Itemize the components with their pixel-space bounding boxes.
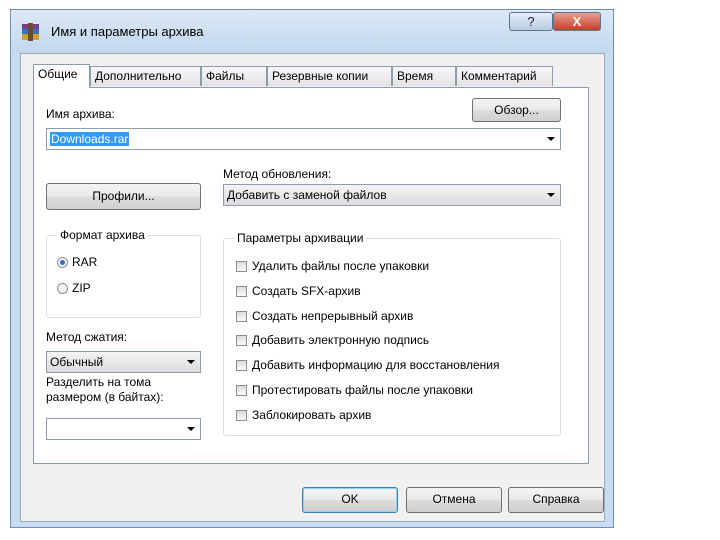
update-method-label: Метод обновления:: [223, 167, 332, 181]
checkbox-icon[interactable]: [236, 286, 247, 297]
window-title: Имя и параметры архива: [51, 24, 204, 39]
general-tab-panel: Имя архива: Обзор... Downloads.rar Метод…: [33, 87, 589, 464]
tab-time[interactable]: Время: [392, 66, 456, 86]
archive-name-label: Имя архива:: [46, 107, 115, 121]
checkbox-icon[interactable]: [236, 385, 247, 396]
tab-advanced[interactable]: Дополнительно: [90, 66, 201, 86]
title-bar: Имя и параметры архива ? X: [11, 10, 613, 53]
option-recovery-record[interactable]: Добавить информацию для восстановления: [236, 357, 499, 373]
compression-select[interactable]: Обычный: [46, 351, 201, 373]
archiving-options-group: Параметры архивации Удалить файлы после …: [223, 231, 561, 436]
archive-dialog: Имя и параметры архива ? X Общие Дополни…: [10, 9, 614, 528]
profiles-button[interactable]: Профили...: [46, 183, 201, 210]
tab-backup[interactable]: Резервные копии: [267, 66, 392, 86]
archive-format-group: Формат архива RAR ZIP: [46, 228, 201, 318]
chevron-down-icon[interactable]: [547, 137, 555, 141]
tab-general[interactable]: Общие: [33, 64, 90, 88]
checkbox-icon[interactable]: [236, 261, 247, 272]
compression-label: Метод сжатия:: [46, 330, 128, 344]
split-volumes-label: Разделить на тома размером (в байтах):: [46, 375, 164, 404]
checkbox-icon[interactable]: [236, 335, 247, 346]
option-digital-signature[interactable]: Добавить электронную подпись: [236, 332, 429, 348]
chevron-down-icon[interactable]: [547, 193, 555, 197]
close-button[interactable]: X: [553, 12, 601, 31]
checkbox-icon[interactable]: [236, 360, 247, 371]
radio-icon[interactable]: [57, 283, 68, 294]
update-method-select[interactable]: Добавить с заменой файлов: [223, 184, 561, 206]
help-question-button[interactable]: ?: [509, 12, 553, 31]
dialog-client-area: Общие Дополнительно Файлы Резервные копи…: [20, 53, 605, 522]
option-solid-archive[interactable]: Создать непрерывный архив: [236, 308, 413, 324]
update-method-value: Добавить с заменой файлов: [227, 188, 387, 202]
option-delete-files[interactable]: Удалить файлы после упаковки: [236, 258, 429, 274]
tab-files[interactable]: Файлы: [201, 66, 267, 86]
option-lock-archive[interactable]: Заблокировать архив: [236, 407, 371, 423]
browse-button[interactable]: Обзор...: [472, 98, 561, 122]
format-option-zip[interactable]: ZIP: [57, 280, 91, 296]
archive-format-legend: Формат архива: [57, 228, 148, 242]
option-create-sfx[interactable]: Создать SFX-архив: [236, 283, 361, 299]
checkbox-icon[interactable]: [236, 410, 247, 421]
help-button[interactable]: Справка: [508, 487, 604, 513]
archiving-options-legend: Параметры архивации: [234, 231, 367, 245]
tab-comment[interactable]: Комментарий: [456, 66, 553, 86]
ok-button[interactable]: OK: [302, 487, 398, 513]
radio-selected-icon[interactable]: [57, 257, 68, 268]
option-test-files[interactable]: Протестировать файлы после упаковки: [236, 382, 473, 398]
cancel-button[interactable]: Отмена: [406, 487, 502, 513]
chevron-down-icon[interactable]: [187, 427, 195, 431]
format-option-rar[interactable]: RAR: [57, 254, 97, 270]
archive-name-value: Downloads.rar: [50, 132, 130, 146]
compression-value: Обычный: [50, 355, 104, 369]
split-volumes-field[interactable]: [46, 418, 201, 440]
chevron-down-icon[interactable]: [187, 360, 195, 364]
archive-name-field[interactable]: Downloads.rar: [46, 128, 561, 150]
checkbox-icon[interactable]: [236, 311, 247, 322]
winrar-app-icon: [22, 23, 39, 41]
